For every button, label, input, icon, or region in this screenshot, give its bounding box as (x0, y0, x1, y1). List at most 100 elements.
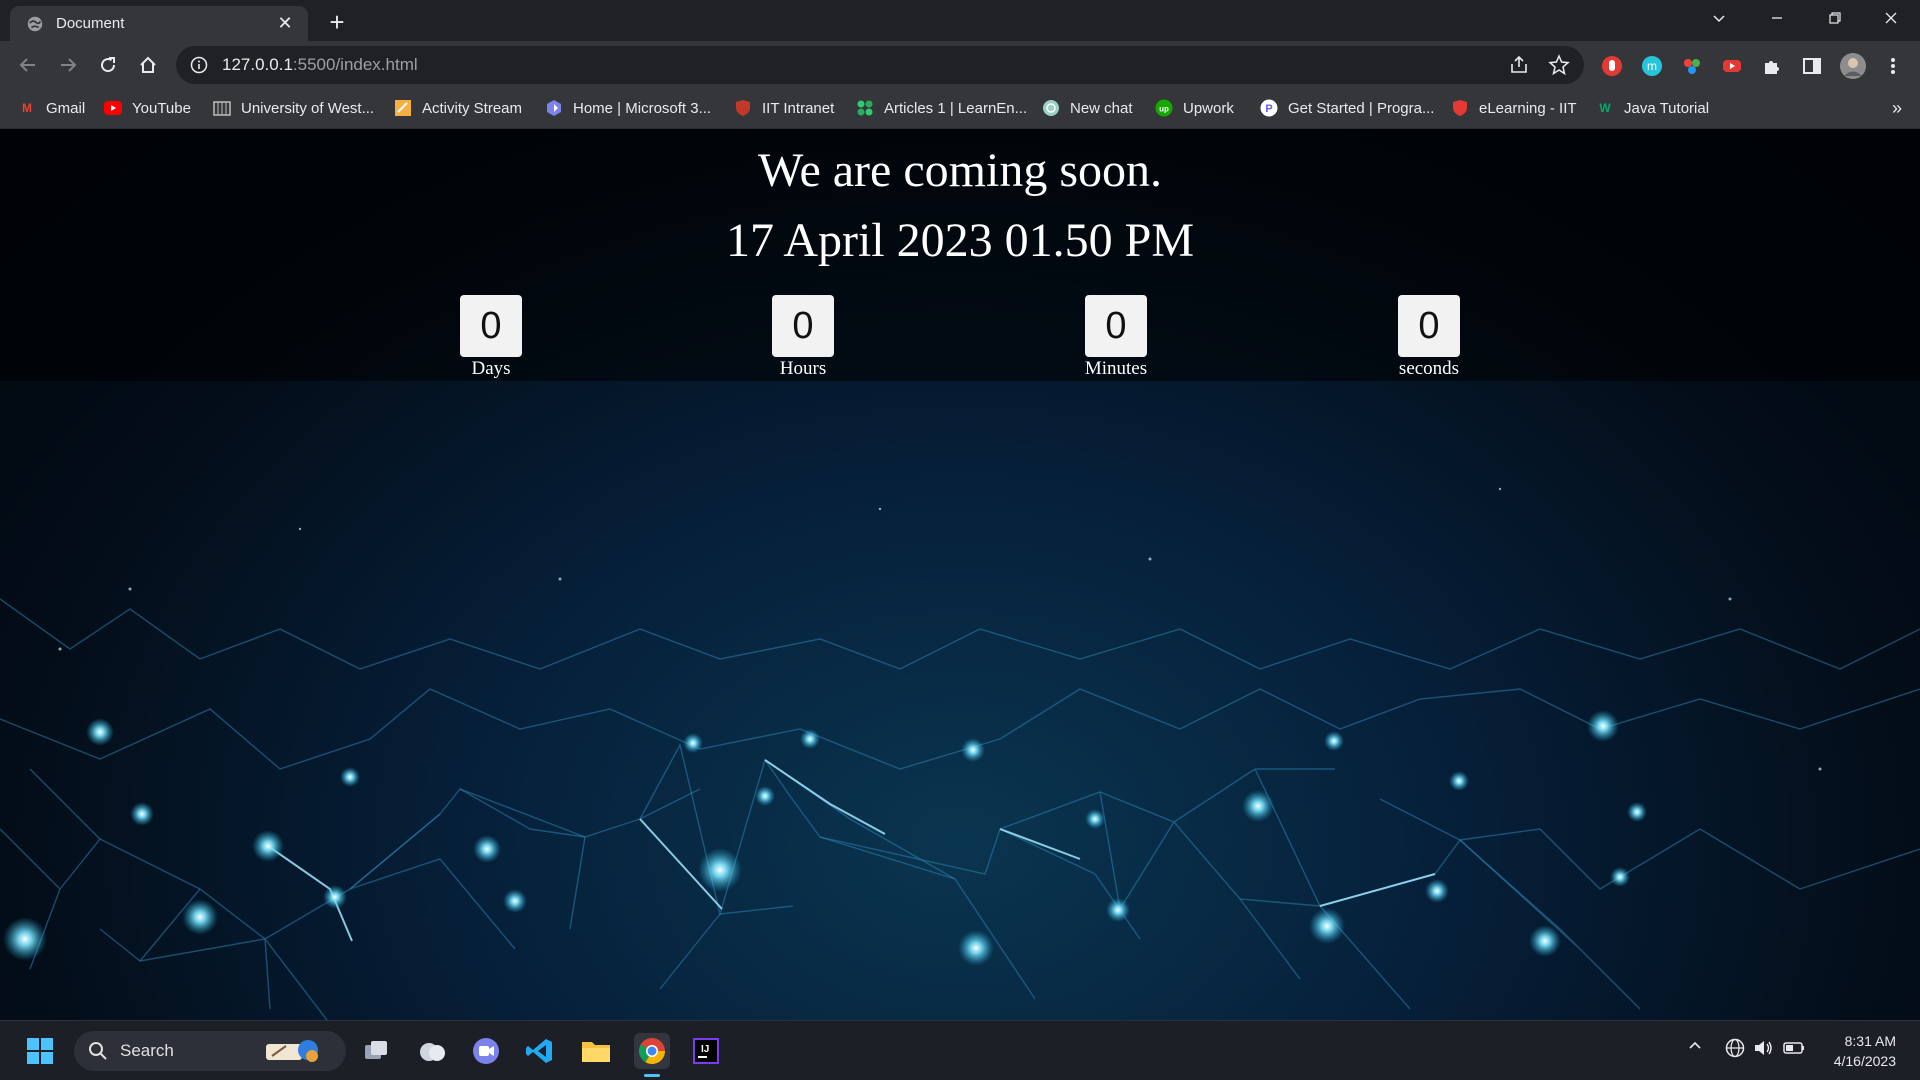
teams-chat-icon[interactable] (468, 1033, 504, 1069)
extension-dots-icon[interactable] (1679, 53, 1705, 79)
bookmark-label: Get Started | Progra... (1288, 99, 1435, 117)
network-globe-icon[interactable] (1724, 1037, 1746, 1064)
url-path: :5500/index.html (292, 55, 418, 74)
reload-button[interactable] (92, 49, 124, 81)
countdown-hours: 0 Hours (743, 295, 863, 380)
task-view-icon[interactable] (358, 1033, 394, 1069)
start-button[interactable] (22, 1033, 58, 1069)
bookmark-label: Activity Stream (422, 99, 523, 117)
windows-taskbar: Search IJ 8:31 AM 4/16/2023 (0, 1020, 1920, 1080)
bookmark-label: IIT Intranet (762, 99, 835, 117)
reload-icon (101, 57, 116, 73)
info-icon[interactable] (190, 56, 208, 74)
countdown-seconds: 0 seconds (1369, 295, 1489, 380)
upwork-icon: up (1155, 99, 1173, 117)
bookmark-university[interactable]: University of West... (213, 90, 374, 126)
chrome-taskbar-icon[interactable] (634, 1033, 670, 1077)
close-window-button[interactable] (1862, 0, 1920, 36)
countdown-label: Hours (779, 358, 827, 379)
page-title: We are coming soon. (757, 144, 1162, 197)
side-panel-icon[interactable] (1799, 53, 1825, 79)
share-icon[interactable] (1508, 54, 1530, 76)
gmail-icon: M (22, 101, 32, 115)
bookmark-microsoft[interactable]: Home | Microsoft 3... (545, 90, 711, 126)
svg-text:P: P (1265, 103, 1272, 115)
tab-search-chevron-icon[interactable] (1690, 0, 1748, 36)
intellij-icon[interactable]: IJ (688, 1033, 724, 1069)
bookmark-label: Java Tutorial (1624, 99, 1710, 117)
bookmark-programiz[interactable]: P Get Started | Progra... (1260, 90, 1434, 126)
activity-icon (394, 99, 412, 117)
url-host: 127.0.0.1 (222, 55, 293, 74)
back-button[interactable] (12, 49, 44, 81)
clock-date: 4/16/2023 (1833, 1053, 1896, 1069)
countdown-value: 0 (1398, 295, 1460, 357)
bookmark-gmail[interactable]: M Gmail (18, 90, 85, 126)
bookmark-articles[interactable]: Articles 1 | LearnEn... (856, 90, 1027, 126)
bookmark-label: eLearning - IIT (1479, 99, 1577, 117)
home-icon (140, 56, 156, 73)
close-tab-icon[interactable]: ✕ (274, 13, 296, 35)
extension-youtube-icon[interactable] (1719, 53, 1745, 79)
browser-title-bar: Document ✕ + (0, 0, 1920, 41)
youtube-icon (104, 99, 122, 117)
countdown-value: 0 (460, 295, 522, 357)
svg-text:up: up (1159, 105, 1169, 114)
countdown-days: 0 Days (431, 295, 551, 380)
bookmark-elearning[interactable]: eLearning - IIT (1451, 90, 1577, 126)
taskbar-search-box[interactable]: Search (74, 1031, 346, 1071)
restore-button[interactable] (1806, 0, 1864, 36)
programiz-icon: P (1260, 99, 1278, 117)
address-bar[interactable]: 127.0.0.1:5500/index.html (176, 46, 1584, 84)
countdown-minutes: 0 Minutes (1056, 295, 1176, 380)
browser-menu-icon[interactable] (1880, 53, 1906, 79)
bookmark-java-tutorial[interactable]: W Java Tutorial (1596, 90, 1709, 126)
battery-icon[interactable] (1782, 1037, 1806, 1064)
back-arrow-icon (19, 58, 35, 72)
microsoft-icon (545, 99, 563, 117)
svg-text:m: m (1647, 59, 1657, 73)
active-app-indicator (644, 1074, 660, 1077)
shield-icon (1451, 99, 1469, 117)
bookmark-activity-stream[interactable]: Activity Stream (394, 90, 522, 126)
shield-icon (734, 99, 752, 117)
bookmark-label: University of West... (241, 99, 375, 117)
browser-tab[interactable]: Document ✕ (10, 6, 308, 41)
forward-button[interactable] (52, 49, 84, 81)
weather-widget-icon[interactable] (414, 1033, 450, 1069)
extensions-puzzle-icon[interactable] (1759, 53, 1785, 79)
bookmark-label: Articles 1 | LearnEn... (884, 99, 1028, 117)
tab-title: Document (56, 15, 125, 32)
bookmark-iit-intranet[interactable]: IIT Intranet (734, 90, 834, 126)
extension-m-icon[interactable]: m (1639, 53, 1665, 79)
countdown-value: 0 (1085, 295, 1147, 357)
browser-toolbar: 127.0.0.1:5500/index.html m (0, 41, 1920, 90)
bookmark-label: Home | Microsoft 3... (573, 99, 712, 117)
bookmarks-overflow-chevron-icon[interactable]: » (1892, 98, 1902, 119)
volume-icon[interactable] (1752, 1037, 1774, 1064)
file-explorer-icon[interactable] (578, 1033, 614, 1069)
svg-text:IJ: IJ (701, 1044, 709, 1055)
bookmark-label: New chat (1070, 99, 1133, 117)
extension-red-hand-icon[interactable] (1599, 53, 1625, 79)
search-icon (89, 1042, 107, 1060)
profile-avatar[interactable] (1839, 52, 1867, 80)
show-hidden-icons-chevron-icon[interactable] (1686, 1037, 1704, 1060)
home-button[interactable] (132, 49, 164, 81)
w3schools-icon: W (1599, 101, 1611, 115)
bookmark-upwork[interactable]: up Upwork (1155, 90, 1234, 126)
bookmark-new-chat[interactable]: New chat (1042, 90, 1133, 126)
forward-arrow-icon (61, 58, 77, 72)
page-viewport: We are coming soon. 17 April 2023 01.50 … (0, 129, 1920, 1020)
system-clock[interactable]: 8:31 AM 4/16/2023 (1834, 1031, 1896, 1071)
new-tab-button[interactable]: + (322, 7, 352, 37)
vscode-icon[interactable] (522, 1033, 558, 1069)
bookmarks-bar: M Gmail YouTube University of West... Act… (0, 90, 1920, 129)
bookmark-youtube[interactable]: YouTube (104, 90, 191, 126)
bookmark-label: Gmail (46, 99, 86, 117)
countdown-label: seconds (1398, 358, 1460, 379)
windows-logo-icon (27, 1038, 53, 1064)
minimize-button[interactable] (1748, 0, 1806, 36)
bookmark-star-icon[interactable] (1548, 54, 1570, 76)
globe-icon (27, 16, 43, 31)
